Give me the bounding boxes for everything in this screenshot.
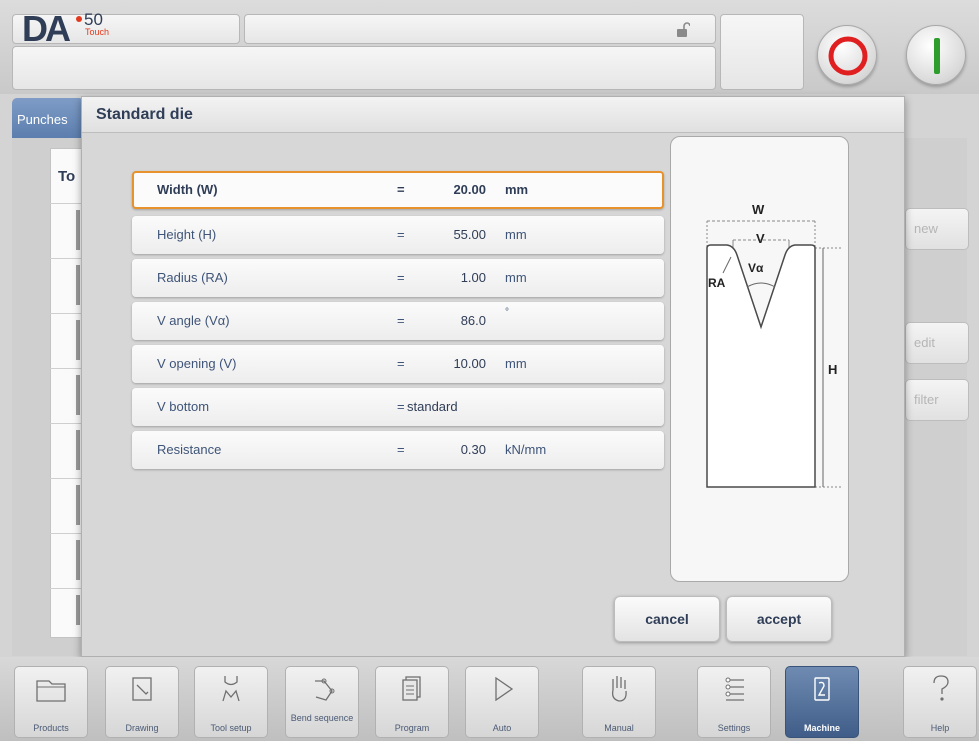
param-row-height[interactable]: Height (H) = 55.00 mm xyxy=(132,216,664,254)
param-value: 20.00 xyxy=(453,182,486,197)
nav-label: Tool setup xyxy=(210,723,252,733)
hand-icon xyxy=(611,676,627,702)
param-value: 1.00 xyxy=(460,270,486,285)
folder-icon xyxy=(36,680,66,702)
param-row-resistance[interactable]: Resistance = 0.30 kN/mm xyxy=(132,431,664,469)
list-item[interactable] xyxy=(76,485,80,525)
param-label: Width (W) xyxy=(157,182,218,197)
status-field-right xyxy=(720,14,804,90)
param-unit: mm xyxy=(505,356,527,371)
param-label: V opening (V) xyxy=(157,356,237,371)
start-button[interactable] xyxy=(906,25,966,85)
param-equals: = xyxy=(397,182,405,197)
label-valpha: Vα xyxy=(748,261,764,275)
param-unit: mm xyxy=(505,270,527,285)
filter-button[interactable]: filter xyxy=(905,379,969,421)
nav-drawing[interactable]: Drawing xyxy=(105,666,179,738)
param-unit: kN/mm xyxy=(505,442,547,457)
param-row-v-bottom[interactable]: V bottom = standard xyxy=(132,388,664,426)
param-label: Radius (RA) xyxy=(157,270,228,285)
nav-label: Auto xyxy=(492,723,512,733)
nav-bend-sequence[interactable]: Bend sequence xyxy=(285,666,359,738)
logo-brand: DA xyxy=(22,8,71,49)
param-equals: = xyxy=(397,270,405,285)
edit-button[interactable]: edit xyxy=(905,322,969,364)
bend-sequence-icon xyxy=(315,678,335,701)
param-row-width[interactable]: Width (W) = 20.00 mm xyxy=(132,171,664,209)
param-unit: mm xyxy=(505,182,529,197)
accept-button[interactable]: accept xyxy=(726,596,832,642)
unlock-icon[interactable] xyxy=(676,22,691,38)
param-equals: = xyxy=(397,399,405,414)
nav-products[interactable]: Products xyxy=(14,666,88,738)
machine-icon xyxy=(814,677,830,701)
message-field xyxy=(12,46,716,90)
param-row-v-opening[interactable]: V opening (V) = 10.00 mm xyxy=(132,345,664,383)
param-equals: = xyxy=(397,313,405,328)
param-row-v-angle[interactable]: V angle (Vα) = 86.0 ° xyxy=(132,302,664,340)
nav-manual[interactable]: Manual xyxy=(582,666,656,738)
list-item[interactable] xyxy=(76,595,80,625)
list-item[interactable] xyxy=(76,210,80,250)
nav-label: Machine xyxy=(803,723,840,733)
settings-icon xyxy=(725,677,744,701)
param-value: standard xyxy=(407,399,458,414)
param-label: V bottom xyxy=(157,399,210,414)
nav-machine[interactable]: Machine xyxy=(785,666,859,738)
param-value: 0.30 xyxy=(460,442,486,457)
nav-tool-setup[interactable]: Tool setup xyxy=(194,666,268,738)
nav-label: Bend sequence xyxy=(290,713,354,723)
nav-label: Products xyxy=(33,723,69,733)
nav-label: Help xyxy=(930,723,950,733)
param-label: V angle (Vα) xyxy=(157,313,230,328)
nav-program[interactable]: Program xyxy=(375,666,449,738)
program-icon xyxy=(402,676,421,701)
list-item[interactable] xyxy=(76,375,80,415)
cancel-button[interactable]: cancel xyxy=(614,596,720,642)
tool-list-header: To xyxy=(58,168,76,185)
param-label: Resistance xyxy=(157,442,222,457)
new-button[interactable]: new xyxy=(905,208,969,250)
label-ra: RA xyxy=(708,276,726,290)
start-icon xyxy=(934,38,940,74)
nav-label: Manual xyxy=(604,723,634,733)
param-equals: = xyxy=(397,356,405,371)
label-h: H xyxy=(828,362,837,377)
logo-dot xyxy=(76,16,82,22)
nav-auto[interactable]: Auto xyxy=(465,666,539,738)
stop-button[interactable] xyxy=(817,25,877,85)
list-item[interactable] xyxy=(76,540,80,580)
nav-settings[interactable]: Settings xyxy=(697,666,771,738)
param-label: Height (H) xyxy=(157,227,217,242)
status-field xyxy=(244,14,716,44)
play-icon xyxy=(495,676,514,702)
label-v: V xyxy=(756,231,765,246)
nav-label: Drawing xyxy=(125,723,159,733)
param-value: 86.0 xyxy=(460,313,486,328)
nav-label: Settings xyxy=(717,723,751,733)
nav-label: Program xyxy=(394,723,430,733)
drawing-icon xyxy=(132,677,152,701)
param-value: 10.00 xyxy=(453,356,486,371)
param-equals: = xyxy=(397,442,405,457)
die-diagram: W V Vα RA H xyxy=(706,202,843,488)
param-row-radius[interactable]: Radius (RA) = 1.00 mm xyxy=(132,259,664,297)
dialog-title: Standard die xyxy=(96,106,193,123)
tab-punches[interactable]: Punches xyxy=(12,98,84,138)
param-unit: mm xyxy=(505,227,527,242)
list-item[interactable] xyxy=(76,320,80,360)
list-item[interactable] xyxy=(76,265,80,305)
die-illustration: W V Vα RA H xyxy=(670,136,849,582)
param-value: 55.00 xyxy=(453,227,486,242)
label-w: W xyxy=(752,202,765,217)
tool-setup-icon xyxy=(222,676,240,702)
list-item[interactable] xyxy=(76,430,80,470)
dialog-header xyxy=(82,97,904,133)
help-icon xyxy=(933,675,949,701)
nav-help[interactable]: Help xyxy=(903,666,977,738)
logo-sub: Touch xyxy=(85,27,110,37)
param-unit: ° xyxy=(505,307,509,318)
param-equals: = xyxy=(397,227,405,242)
stop-icon xyxy=(828,36,868,76)
